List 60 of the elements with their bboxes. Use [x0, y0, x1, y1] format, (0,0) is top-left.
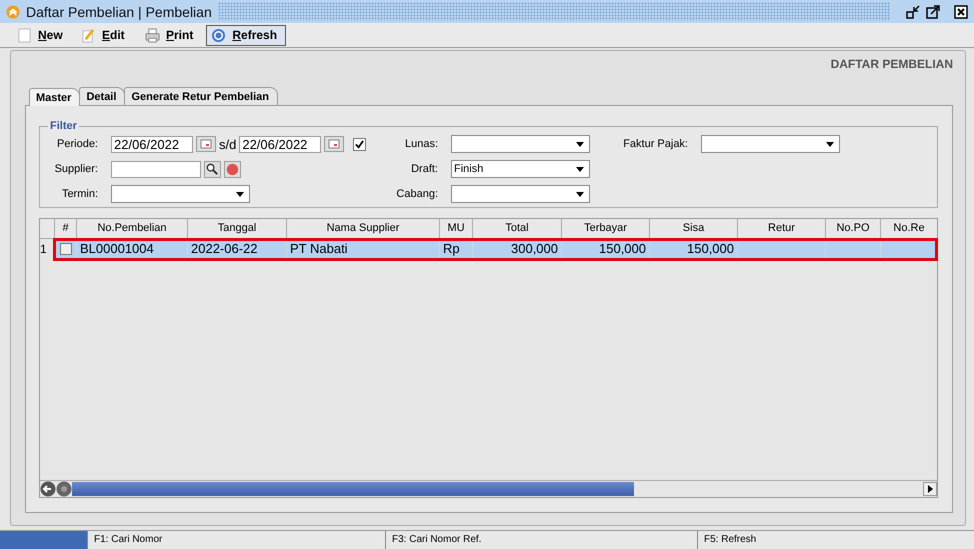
- field-label: Lunas:: [404, 138, 438, 150]
- field-label: Periode:: [56, 138, 98, 150]
- caret-icon: [576, 142, 584, 146]
- forward-icon[interactable]: [56, 481, 72, 497]
- caret-icon: [576, 192, 584, 196]
- table-cell: 150,000: [599, 241, 646, 256]
- field-label: Termin:: [60, 188, 98, 200]
- caret-icon: [236, 192, 244, 196]
- caret-icon: [576, 166, 584, 172]
- status-text: F1: Cari Nomor: [88, 531, 386, 549]
- date-field[interactable]: 22/06/2022: [239, 136, 322, 152]
- scroll-right-icon[interactable]: [923, 482, 937, 496]
- toolbar-button[interactable]: Refresh: [206, 24, 286, 46]
- calendar-icon[interactable]: [196, 136, 216, 152]
- faktur-pajak-dropdown[interactable]: [701, 135, 840, 153]
- scrollbar-thumb[interactable]: [72, 482, 634, 496]
- document-icon: [17, 28, 32, 42]
- field-label: Supplier:: [54, 163, 98, 175]
- caret-icon: [826, 142, 834, 146]
- supplier-field[interactable]: [111, 160, 201, 178]
- table-cell: 2022-06-22: [191, 241, 258, 256]
- status-text: F3: Cari Nomor Ref.: [386, 531, 698, 549]
- printer-icon: [145, 28, 160, 42]
- refresh-icon: [211, 28, 226, 42]
- filter-legend: Filter: [48, 120, 79, 132]
- minimize-icon[interactable]: [906, 4, 920, 18]
- table-cell: BL00001004: [80, 241, 154, 256]
- calendar-icon[interactable]: [324, 136, 344, 152]
- termin-dropdown[interactable]: [111, 185, 250, 203]
- page-title: DAFTAR PEMBELIAN: [830, 57, 953, 71]
- status-text: F5: Refresh: [703, 533, 758, 547]
- pencil-icon: [81, 28, 96, 42]
- tab[interactable]: Detail: [79, 87, 126, 105]
- table-cell: 300,000: [511, 241, 558, 256]
- lunas-dropdown[interactable]: [451, 135, 590, 153]
- window-title: Daftar Pembelian | Pembelian: [26, 4, 212, 20]
- table-cell: PT Nabati: [290, 241, 348, 256]
- draft-dropdown[interactable]: Finish: [451, 160, 590, 178]
- back-icon[interactable]: [40, 481, 56, 497]
- maximize-icon[interactable]: [926, 4, 940, 18]
- checkbox[interactable]: [353, 138, 366, 150]
- search-icon[interactable]: [204, 160, 221, 178]
- toolbar-button[interactable]: New: [12, 24, 72, 46]
- tab[interactable]: Master: [29, 88, 80, 106]
- field-label: Draft:: [410, 163, 438, 175]
- cabang-dropdown[interactable]: [451, 185, 590, 203]
- field-label: Faktur Pajak:: [622, 138, 688, 150]
- close-icon[interactable]: [954, 4, 968, 18]
- app-icon: [6, 4, 20, 18]
- row-checkbox[interactable]: [60, 243, 72, 255]
- table-cell: Rp: [443, 241, 460, 256]
- date-field[interactable]: 22/06/2022: [111, 136, 193, 152]
- row-number: 1: [40, 241, 48, 258]
- toolbar-button[interactable]: Print: [140, 24, 202, 46]
- toolbar-button[interactable]: Edit: [76, 24, 136, 46]
- table-cell: 150,000: [687, 241, 734, 256]
- tab[interactable]: Generate Retur Pembelian: [124, 87, 278, 105]
- range-separator: s/d: [219, 136, 236, 152]
- field-label: Cabang:: [395, 188, 438, 200]
- table-row[interactable]: BL00001004 2022-06-22 PT Nabati Rp 300,000 150,000 150,000: [54, 239, 937, 260]
